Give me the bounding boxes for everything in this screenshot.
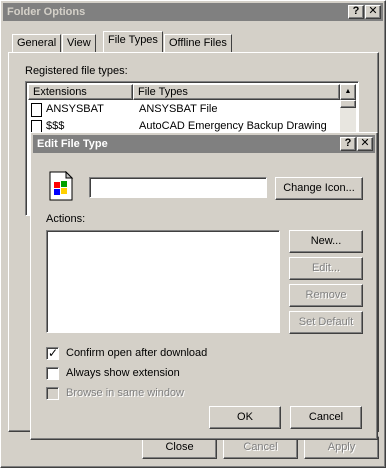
help-icon: ?	[344, 137, 352, 149]
help-button[interactable]: ?	[348, 5, 364, 19]
actions-label: Actions:	[46, 213, 86, 225]
help-icon: ?	[352, 5, 360, 17]
file-type-description-input[interactable]	[89, 177, 267, 198]
edit-file-type-titlebar[interactable]: Edit File Type	[33, 135, 375, 153]
close-dialog-button[interactable]: ✕	[357, 137, 373, 151]
cancel-button[interactable]: Cancel	[290, 406, 362, 429]
close-icon: ✕	[360, 137, 370, 149]
tab-file-types[interactable]: File Types	[103, 31, 163, 52]
scroll-thumb[interactable]	[340, 100, 356, 108]
always-show-extension-checkbox[interactable]	[46, 367, 59, 380]
tab-offline-files[interactable]: Offline Files	[164, 34, 232, 53]
help-button[interactable]: ?	[340, 137, 356, 151]
column-header-file-types[interactable]: File Types	[133, 84, 340, 100]
folder-options-title: Folder Options	[7, 6, 86, 18]
column-header-extensions[interactable]: Extensions	[28, 84, 133, 100]
tab-general[interactable]: General	[12, 34, 62, 53]
new-action-button[interactable]: New...	[289, 230, 363, 253]
folder-options-titlebar[interactable]: Folder Options	[3, 3, 383, 21]
tab-view[interactable]: View	[62, 34, 96, 53]
scroll-up-button[interactable]: ▲	[340, 84, 356, 100]
actions-list[interactable]	[46, 230, 280, 333]
close-window-button[interactable]: ✕	[365, 5, 381, 19]
close-icon: ✕	[368, 5, 378, 17]
table-row[interactable]: ANSYSBAT ANSYSBAT File	[28, 102, 340, 118]
remove-action-button[interactable]: Remove	[289, 284, 363, 307]
always-show-extension-label[interactable]: Always show extension	[66, 367, 180, 379]
ok-button[interactable]: OK	[209, 406, 281, 429]
confirm-open-checkbox[interactable]: ✓	[46, 346, 59, 360]
file-type-icon	[47, 170, 75, 201]
browse-same-window-label[interactable]: Browse in same window	[66, 387, 184, 399]
edit-action-button[interactable]: Edit...	[289, 257, 363, 280]
registered-file-types-label: Registered file types:	[25, 65, 128, 77]
edit-file-type-dialog: Edit File Type ? ✕ Change Icon... Action…	[30, 132, 378, 440]
arrow-up-icon: ▲	[344, 88, 352, 95]
edit-file-type-title: Edit File Type	[37, 138, 108, 150]
confirm-open-label[interactable]: Confirm open after download	[66, 347, 207, 359]
set-default-button[interactable]: Set Default	[289, 311, 363, 334]
checkmark-icon: ✓	[48, 346, 59, 360]
change-icon-button[interactable]: Change Icon...	[275, 177, 363, 200]
browse-same-window-checkbox[interactable]	[46, 387, 59, 400]
file-icon	[31, 103, 42, 117]
